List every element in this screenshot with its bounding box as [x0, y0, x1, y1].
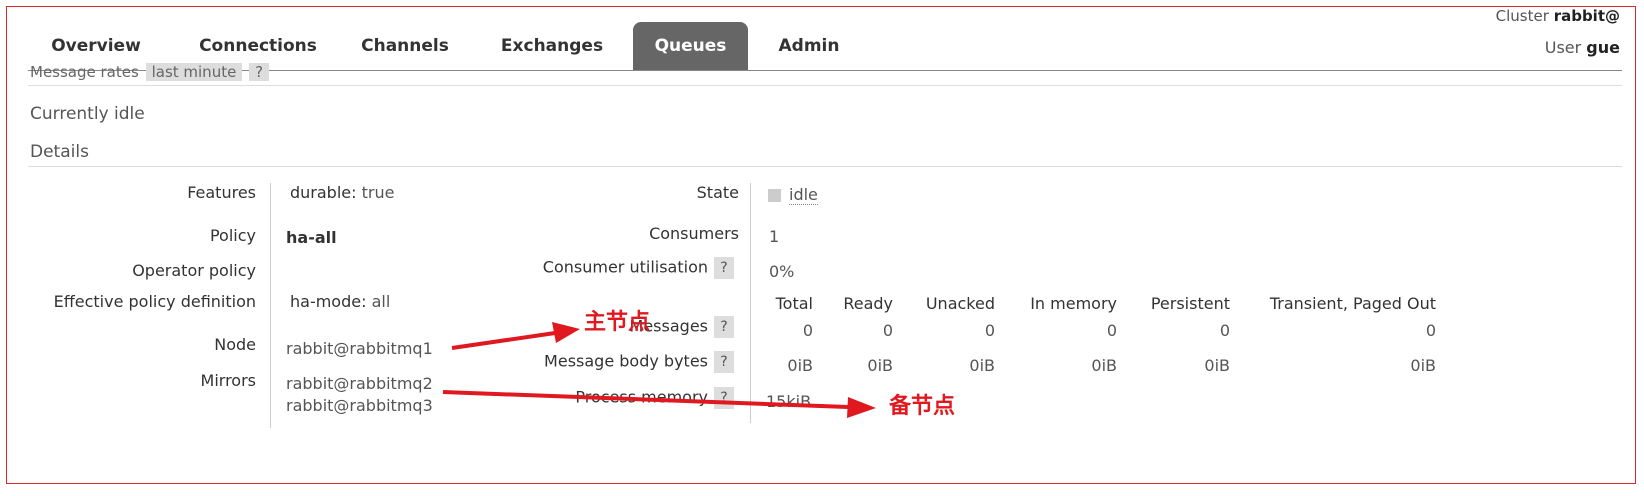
- policy-value: ha-all: [286, 228, 337, 247]
- messages-unacked: 0: [984, 321, 995, 340]
- messages-transient: 0: [1425, 321, 1436, 340]
- state-label: State: [696, 183, 739, 202]
- tab-admin[interactable]: Admin: [768, 22, 850, 70]
- mirror-node: rabbit@rabbitmq3: [286, 396, 433, 415]
- consumer-utilisation-text: Consumer utilisation: [542, 257, 708, 277]
- tab-channels[interactable]: Channels: [344, 22, 466, 70]
- idle-square-icon: [768, 189, 781, 202]
- effective-policy-value: ha-mode: all: [290, 292, 390, 311]
- column-divider: [750, 183, 751, 423]
- policy-name-link[interactable]: ha-all: [286, 228, 337, 247]
- features-label: Features: [187, 183, 256, 202]
- messages-persistent: 0: [1219, 321, 1230, 340]
- state-idle-text: idle: [789, 185, 818, 205]
- durable-value: true: [361, 183, 395, 202]
- process-memory-value: 15kiB: [766, 392, 812, 411]
- message-rates-label: Message rates: [30, 63, 139, 81]
- primary-node-annotation: 主节点: [584, 310, 651, 335]
- details-section-title[interactable]: Details: [30, 142, 89, 162]
- process-memory-text: Process memory: [575, 387, 708, 407]
- durable-key: durable:: [290, 183, 357, 202]
- body-bytes-total: 0iB: [787, 356, 813, 375]
- body-bytes-persistent: 0iB: [1204, 356, 1230, 375]
- backup-node-annotation: 备节点: [889, 394, 956, 419]
- divider: [28, 85, 1622, 86]
- mirror-node: rabbit@rabbitmq2: [286, 374, 433, 393]
- col-header-transient-paged-out: Transient, Paged Out: [1269, 294, 1436, 313]
- messages-total: 0: [802, 321, 813, 340]
- node-value: rabbit@rabbitmq1: [286, 339, 433, 358]
- tab-exchanges[interactable]: Exchanges: [484, 22, 620, 70]
- node-label: Node: [214, 335, 256, 354]
- ha-mode-key: ha-mode:: [290, 292, 367, 311]
- column-divider: [270, 183, 271, 428]
- process-memory-help-button[interactable]: ?: [714, 387, 734, 409]
- message-body-bytes-label: Message body bytes?: [544, 351, 734, 373]
- features-value: durable: true: [290, 183, 394, 202]
- rates-help-button[interactable]: ?: [249, 63, 270, 81]
- messages-ready: 0: [882, 321, 893, 340]
- operator-policy-label: Operator policy: [132, 261, 256, 280]
- col-header-unacked: Unacked: [925, 294, 995, 313]
- consumers-value: 1: [769, 227, 780, 246]
- effective-policy-label: Effective policy definition: [53, 292, 256, 311]
- queue-status-text: Currently idle: [30, 104, 145, 124]
- utilisation-help-button[interactable]: ?: [714, 257, 734, 279]
- body-bytes-ready: 0iB: [867, 356, 893, 375]
- message-rates-bar: Message rates last minute ?: [30, 63, 270, 85]
- col-header-ready: Ready: [843, 294, 893, 313]
- col-header-persistent: Persistent: [1150, 294, 1230, 313]
- col-header-in-memory: In memory: [1030, 294, 1117, 313]
- message-body-bytes-text: Message body bytes: [544, 351, 708, 371]
- consumer-utilisation-value: 0%: [769, 262, 795, 281]
- messages-help-button[interactable]: ?: [714, 316, 734, 338]
- consumers-label: Consumers: [649, 224, 739, 243]
- body-bytes-unacked: 0iB: [969, 356, 995, 375]
- rates-period-select[interactable]: last minute: [145, 63, 243, 81]
- state-value: idle: [768, 185, 818, 205]
- consumer-utilisation-label: Consumer utilisation?: [543, 257, 734, 279]
- body-bytes-transient: 0iB: [1410, 356, 1436, 375]
- process-memory-label: Process memory?: [575, 387, 734, 409]
- divider: [28, 166, 1622, 167]
- col-header-total: Total: [775, 294, 813, 313]
- messages-in-memory: 0: [1106, 321, 1117, 340]
- body-bytes-in-memory: 0iB: [1091, 356, 1117, 375]
- tab-queues[interactable]: Queues: [633, 22, 748, 70]
- ha-mode-value: all: [371, 292, 391, 311]
- body-bytes-help-button[interactable]: ?: [714, 351, 734, 373]
- mirrors-label: Mirrors: [200, 371, 256, 390]
- policy-label: Policy: [209, 226, 256, 245]
